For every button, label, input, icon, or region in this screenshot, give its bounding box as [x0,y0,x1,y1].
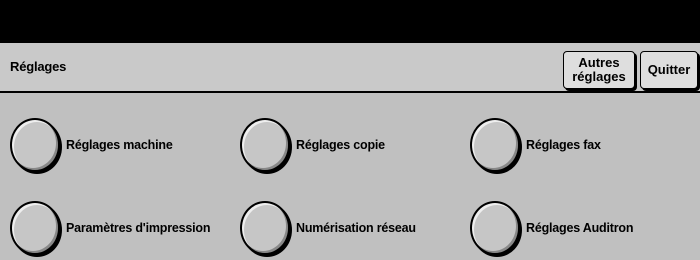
print-parameters-radio-button[interactable] [10,201,60,255]
machine-settings-label: Réglages machine [66,138,173,152]
copy-settings-label: Réglages copie [296,138,385,152]
machine-settings-option[interactable]: Réglages machine [10,118,173,172]
top-black-bar [0,0,700,43]
copy-settings-option[interactable]: Réglages copie [240,118,385,172]
fax-settings-option[interactable]: Réglages fax [470,118,601,172]
page-title: Réglages [10,59,67,74]
network-scanning-label: Numérisation réseau [296,221,416,235]
other-settings-button-label: Autres réglages [572,55,626,84]
auditron-settings-radio-button[interactable] [470,201,520,255]
network-scanning-radio-button[interactable] [240,201,290,255]
quit-button-label: Quitter [647,62,691,77]
machine-settings-radio-button[interactable] [10,118,60,172]
fax-settings-label: Réglages fax [526,138,601,152]
network-scanning-option[interactable]: Numérisation réseau [240,201,416,255]
print-parameters-option[interactable]: Paramètres d'impression [10,201,210,255]
print-parameters-label: Paramètres d'impression [66,221,211,235]
header-bar: Réglages Autres réglages Quitter [0,43,700,93]
quit-button[interactable]: Quitter [640,51,698,89]
settings-panel: Réglages machine Réglages copie Réglages… [0,93,700,260]
fax-settings-radio-button[interactable] [470,118,520,172]
auditron-settings-option[interactable]: Réglages Auditron [470,201,633,255]
copy-settings-radio-button[interactable] [240,118,290,172]
other-settings-button[interactable]: Autres réglages [563,51,635,89]
auditron-settings-label: Réglages Auditron [526,221,634,235]
